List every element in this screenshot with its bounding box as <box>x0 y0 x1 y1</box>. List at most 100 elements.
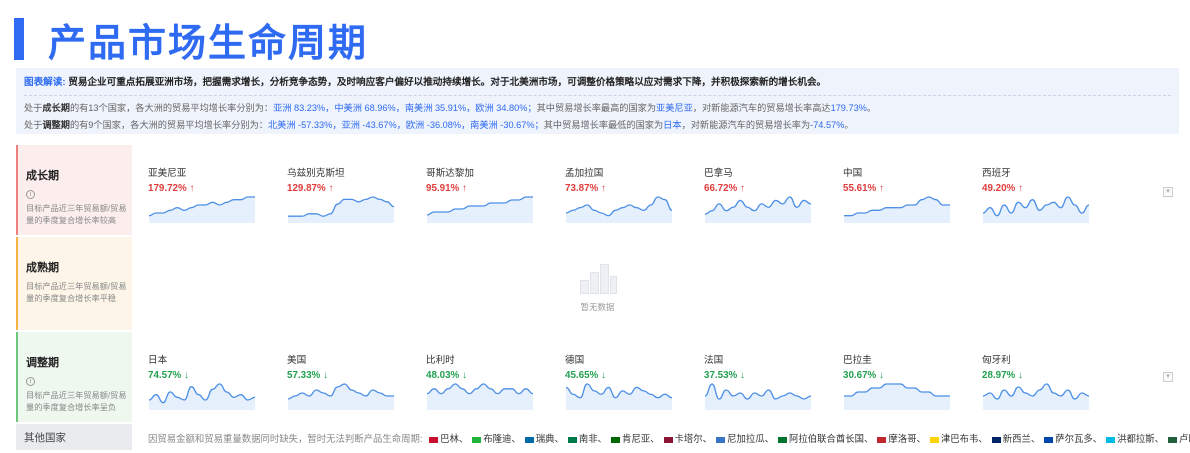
country-card[interactable]: 德国 45.65% ↓ <box>565 352 685 412</box>
country-card[interactable]: 法国 37.53% ↓ <box>704 352 824 412</box>
other-country-name: 南非、 <box>578 433 608 444</box>
flag-icon <box>1044 436 1054 443</box>
country-name: 美国 <box>287 355 307 366</box>
interpretation-text: 贸易企业可重点拓展亚洲市场，把握需求增长，分析竞争态势，及时响应客户偏好以推动持… <box>68 77 827 88</box>
other-country-name: 萨尔瓦多、 <box>1055 433 1103 444</box>
flag-icon <box>1168 436 1178 443</box>
sparkline-area <box>705 197 811 223</box>
empty-data-icon <box>578 262 618 294</box>
flag-icon <box>567 436 577 443</box>
other-country-name: 卢旺达、 <box>1179 433 1190 444</box>
other-country-name: 尼加拉瓜、 <box>727 433 774 444</box>
expand-chevron-icon[interactable]: ▾ <box>1163 372 1173 382</box>
country-card[interactable]: 西班牙 49.20% ↑ <box>982 165 1102 225</box>
text: 处于 <box>24 103 43 113</box>
trend-sparkline <box>565 383 673 410</box>
text: 其中贸易增长率最低的国家为 <box>543 120 664 130</box>
info-icon[interactable]: i <box>26 377 35 386</box>
country-card[interactable]: 日本 74.57% ↓ <box>148 352 268 412</box>
country-card[interactable]: 乌兹别克斯坦 129.87% ↑ <box>287 165 407 225</box>
country-card[interactable]: 孟加拉国 73.87% ↑ <box>565 165 685 225</box>
country-card[interactable]: 美国 57.33% ↓ <box>287 352 407 412</box>
other-country-name: 瑞典、 <box>535 433 564 444</box>
text: ，对新能源汽车的贸易增长率为 <box>681 120 811 130</box>
lowest-rate: -74.57% <box>810 120 845 130</box>
other-country-name: 摩洛哥、 <box>888 433 926 444</box>
adjust-summary-line: 处于调整期的有9个国家，各大洲的贸易平均增长率分别为：北美洲 -57.33%，亚… <box>24 117 1171 134</box>
flag-icon <box>877 436 887 443</box>
text: 。 <box>844 120 854 130</box>
title-accent-bar <box>14 18 24 60</box>
country-name: 哥斯达黎加 <box>426 168 474 179</box>
stage-description: 目标产品近三年贸易额/贸易量的季度复合增长率呈负 <box>26 391 127 412</box>
continent-rates: 北美洲 -57.33%，亚洲 -43.67%，欧洲 -36.08%，南美洲 -3… <box>267 120 544 130</box>
other-countries-section: 其他国家 因贸易金额和贸易重量数据同时缺失，暂时无法判断产品生命周期: 巴林、 布… <box>16 424 1190 450</box>
other-countries-list: 因贸易金额和贸易重量数据同时缺失，暂时无法判断产品生命周期: 巴林、 布隆迪、 瑞典… <box>148 431 1190 445</box>
country-name: 西班牙 <box>982 168 1011 179</box>
trend-sparkline <box>426 196 533 223</box>
country-card[interactable]: 比利时 48.03% ↓ <box>426 352 546 412</box>
sparkline-area <box>149 197 255 223</box>
empty-state-text: 暂无数据 <box>580 302 615 312</box>
sparkline-area <box>844 197 950 223</box>
trend-sparkline <box>148 383 256 410</box>
adjust-country-cards: 日本 74.57% ↓ 美国 57.33% ↓ 比利时 48.03% ↓ 德国 45.65% … <box>148 332 1179 422</box>
trend-sparkline <box>426 383 534 410</box>
country-name: 中国 <box>843 168 863 179</box>
page-header: 产品市场生命周期 <box>14 16 368 65</box>
growth-stage-section: 成长期 i 目标产品近三年贸易额/贸易量的季度复合增长率较高 亚美尼亚 179.7… <box>16 145 1179 235</box>
flag-icon <box>991 436 1001 443</box>
interpretation-label: 图表解读: <box>24 77 66 88</box>
sparkline-area <box>288 384 394 410</box>
flag-icon <box>663 436 673 443</box>
growth-stage-label: 成长期 i 目标产品近三年贸易额/贸易量的季度复合增长率较高 <box>16 145 132 235</box>
top-rate: 179.73% <box>830 103 867 113</box>
country-card[interactable]: 巴拉圭 30.67% ↓ <box>843 352 963 412</box>
flag-icon <box>929 436 939 443</box>
country-card[interactable]: 哥斯达黎加 95.91% ↑ <box>426 165 546 225</box>
stage-name: 成长期 <box>42 103 70 113</box>
trend-sparkline <box>843 383 950 410</box>
country-name: 亚美尼亚 <box>148 168 187 179</box>
country-name: 匈牙利 <box>982 355 1011 366</box>
trend-sparkline <box>565 196 673 223</box>
trend-sparkline <box>148 196 255 223</box>
country-name: 德国 <box>565 355 585 366</box>
adjust-stage-section: 调整期 i 目标产品近三年贸易额/贸易量的季度复合增长率呈负 日本 74.57% … <box>16 332 1179 422</box>
flag-icon <box>472 436 482 443</box>
sparkline-area <box>427 197 533 223</box>
other-country-name: 津巴布韦、 <box>940 433 988 444</box>
other-countries-label: 其他国家 <box>16 424 132 450</box>
country-card[interactable]: 中国 55.61% ↑ <box>843 165 963 225</box>
country-card[interactable]: 匈牙利 28.97% ↓ <box>982 352 1102 412</box>
country-card[interactable]: 巴拿马 66.72% ↑ <box>704 165 824 225</box>
flag-icon <box>716 436 726 443</box>
trend-sparkline <box>287 383 394 410</box>
country-name: 法国 <box>704 355 724 366</box>
growth-country-cards: 亚美尼亚 179.72% ↑ 乌兹别克斯坦 129.87% ↑ 哥斯达黎加 95.91% … <box>148 145 1179 235</box>
expand-chevron-icon[interactable]: ▾ <box>1163 187 1173 197</box>
other-country-name: 新西兰、 <box>1002 433 1041 444</box>
trend-sparkline <box>844 196 950 223</box>
sparkline-area <box>983 197 1089 223</box>
flag-icon <box>1106 436 1116 443</box>
trend-sparkline <box>704 383 812 410</box>
trend-sparkline <box>704 196 812 223</box>
lowest-country: 日本 <box>663 120 682 130</box>
text: 的有9个国家，各大洲的贸易平均增长率分别为： <box>69 120 268 130</box>
country-name: 乌兹别克斯坦 <box>287 168 345 179</box>
other-country-name: 巴林、 <box>440 433 469 444</box>
text: 其中贸易增长率最高的国家为 <box>536 103 657 113</box>
text: 。 <box>866 103 877 113</box>
info-icon[interactable]: i <box>26 190 35 199</box>
stage-title: 成长期 <box>26 170 59 182</box>
country-name: 比利时 <box>426 355 455 366</box>
country-name: 巴拉圭 <box>843 355 872 366</box>
mature-stage-section: 成熟期 目标产品近三年贸易额/贸易量的季度复合增长率平稳 暂无数据 <box>16 237 1179 330</box>
sparkline-area <box>844 384 950 410</box>
other-country-name: 肯尼亚、 <box>622 433 660 444</box>
continent-rates: 亚洲 83.23%，中美洲 68.96%，南美洲 35.91%，欧洲 34.80… <box>273 103 537 113</box>
divider <box>24 95 1171 96</box>
country-card[interactable]: 亚美尼亚 179.72% ↑ <box>148 165 268 225</box>
text: 处于 <box>24 120 43 130</box>
